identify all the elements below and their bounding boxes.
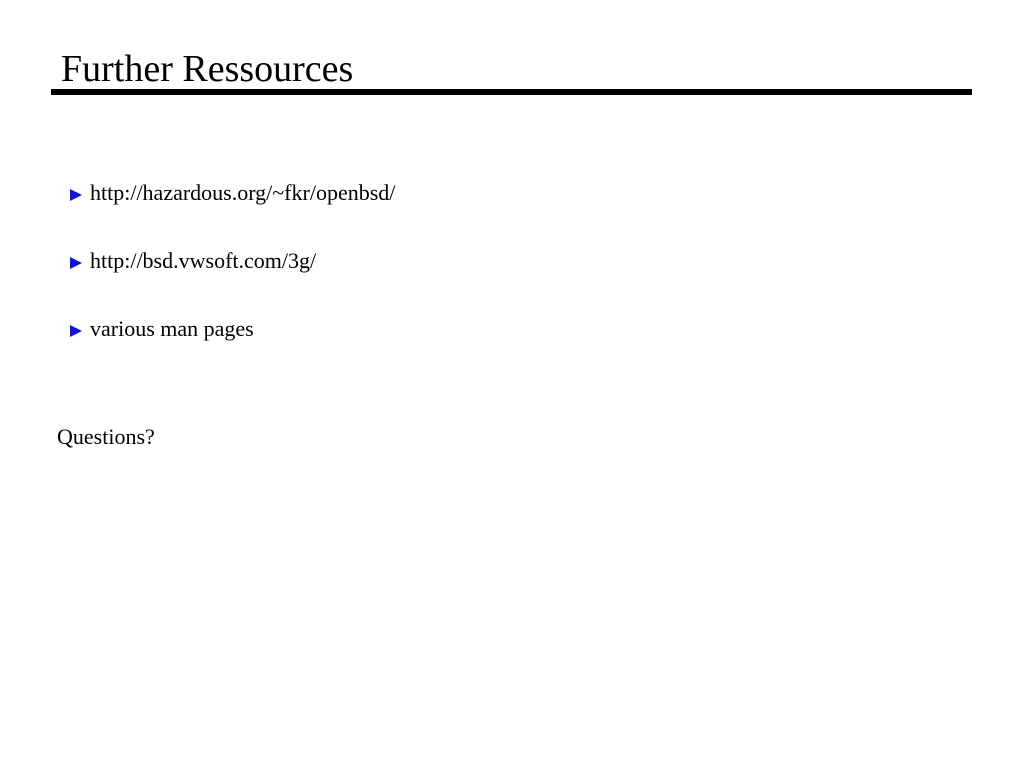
slide-title: Further Ressources bbox=[61, 48, 354, 90]
list-item: http://hazardous.org/~fkr/openbsd/ bbox=[70, 176, 395, 210]
resource-list: http://hazardous.org/~fkr/openbsd/ http:… bbox=[70, 176, 395, 380]
triangle-right-icon bbox=[70, 257, 82, 269]
slide: Further Ressources http://hazardous.org/… bbox=[0, 0, 1024, 768]
triangle-right-icon bbox=[70, 189, 82, 201]
title-underline-divider bbox=[51, 89, 972, 95]
triangle-right-icon bbox=[70, 325, 82, 337]
list-item: various man pages bbox=[70, 312, 395, 346]
bullet-text: http://bsd.vwsoft.com/3g/ bbox=[90, 248, 317, 273]
closing-questions: Questions? bbox=[57, 424, 155, 449]
bullet-text: http://hazardous.org/~fkr/openbsd/ bbox=[90, 180, 396, 205]
list-item: http://bsd.vwsoft.com/3g/ bbox=[70, 244, 395, 278]
bullet-text: various man pages bbox=[90, 316, 254, 341]
